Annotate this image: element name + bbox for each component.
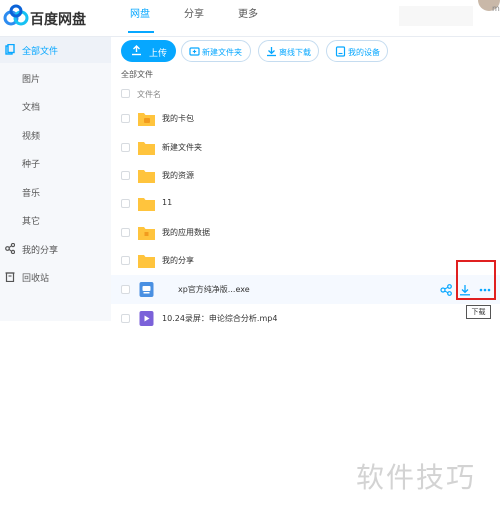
nav-netdisk[interactable]: 网盘	[130, 5, 150, 20]
user-name[interactable]: m	[492, 4, 500, 13]
sidebar-item-images[interactable]: 图片	[0, 65, 111, 91]
nav-active-indicator	[128, 31, 154, 33]
file-name[interactable]: xp官方纯净版...exe	[178, 284, 250, 295]
breadcrumb[interactable]: 全部文件	[121, 69, 153, 80]
sidebar-item-music[interactable]: 音乐	[0, 179, 111, 205]
watermark: 软件技巧	[356, 461, 477, 494]
card-folder-icon	[138, 113, 155, 126]
sidebar-item-label: 视频	[22, 132, 41, 142]
file-name[interactable]: 11	[162, 198, 172, 207]
top-bar: 百度网盘 网盘 分享 更多 m	[0, 0, 500, 37]
row-checkbox[interactable]	[121, 114, 130, 123]
sidebar-item-all-files[interactable]: 全部文件	[0, 37, 111, 63]
row-checkbox[interactable]	[121, 143, 130, 152]
row-checkbox[interactable]	[121, 285, 130, 294]
row-checkbox[interactable]	[121, 199, 130, 208]
sidebar-item-my-shares[interactable]: 我的分享	[0, 236, 111, 262]
sidebar-item-label: 回收站	[22, 274, 50, 284]
new-folder-label: 新建文件夹	[202, 48, 242, 57]
baidu-netdisk-logo-icon	[3, 4, 29, 26]
download-icon	[267, 47, 276, 57]
sidebar-item-label: 音乐	[22, 189, 41, 199]
upload-icon	[132, 45, 141, 56]
offline-download-label: 离线下载	[279, 48, 311, 57]
sidebar-item-label: 其它	[22, 217, 41, 227]
sidebar-item-label: 文档	[22, 103, 41, 113]
file-name[interactable]: 我的卡包	[162, 113, 194, 124]
sidebar: 全部文件 图片 文档 视频 种子 音乐 其它 我的分享 回收站	[0, 37, 111, 321]
row-checkbox[interactable]	[121, 314, 130, 323]
table-row[interactable]: 10.24录屏：申论综合分析.mp4	[111, 304, 500, 333]
table-row[interactable]: 新建文件夹	[111, 133, 500, 162]
table-header: 文件名	[111, 85, 500, 103]
sidebar-item-label: 种子	[22, 160, 41, 170]
file-name[interactable]: 我的资源	[162, 170, 194, 181]
file-list-panel: 上传 新建文件夹 离线下载 我的设备 全部文件 文件名 我的卡包 新建文件夹 我…	[111, 37, 500, 326]
nav-share[interactable]: 分享	[184, 5, 204, 20]
search-box[interactable]	[399, 6, 473, 26]
column-header-filename[interactable]: 文件名	[137, 89, 161, 100]
table-row[interactable]: 我的分享	[111, 246, 500, 275]
trash-icon	[5, 272, 15, 282]
new-folder-icon	[189, 47, 200, 56]
share-icon[interactable]	[440, 284, 452, 296]
row-checkbox[interactable]	[121, 228, 130, 237]
sidebar-item-label: 我的分享	[22, 246, 59, 256]
table-row[interactable]: 我的应用数据	[111, 218, 500, 247]
download-tooltip: 下载	[466, 305, 491, 319]
app-name: 百度网盘	[30, 12, 86, 28]
share-icon	[5, 243, 15, 254]
file-name[interactable]: 新建文件夹	[162, 142, 202, 153]
app-data-folder-icon	[138, 227, 155, 240]
upload-label: 上传	[149, 49, 168, 59]
upload-button[interactable]: 上传	[121, 40, 176, 62]
select-all-checkbox[interactable]	[121, 89, 130, 98]
logo[interactable]: 百度网盘	[0, 4, 96, 30]
row-checkbox[interactable]	[121, 171, 130, 180]
file-name[interactable]: 10.24录屏：申论综合分析.mp4	[162, 313, 277, 324]
sidebar-item-label: 图片	[22, 75, 41, 85]
my-devices-button[interactable]: 我的设备	[326, 40, 388, 62]
sidebar-item-videos[interactable]: 视频	[0, 122, 111, 148]
table-row[interactable]: 我的卡包	[111, 104, 500, 133]
highlight-box	[456, 260, 496, 300]
folder-icon	[138, 198, 155, 211]
all-files-icon	[5, 44, 15, 55]
folder-icon	[138, 170, 155, 183]
sidebar-item-torrents[interactable]: 种子	[0, 150, 111, 176]
my-devices-label: 我的设备	[348, 48, 380, 57]
folder-icon	[138, 255, 155, 268]
file-name[interactable]: 我的分享	[162, 255, 194, 266]
file-name[interactable]: 我的应用数据	[162, 227, 210, 238]
sidebar-item-recycle-bin[interactable]: 回收站	[0, 264, 111, 290]
table-row[interactable]: 我的资源	[111, 161, 500, 190]
nav-more[interactable]: 更多	[238, 5, 258, 20]
video-file-icon	[139, 311, 154, 326]
exe-file-icon	[139, 282, 154, 297]
device-icon	[335, 46, 346, 57]
table-row[interactable]: 11	[111, 189, 500, 218]
table-row[interactable]: xp官方纯净版...exe	[111, 275, 500, 304]
sidebar-item-others[interactable]: 其它	[0, 207, 111, 233]
new-folder-button[interactable]: 新建文件夹	[181, 40, 251, 62]
offline-download-button[interactable]: 离线下载	[258, 40, 319, 62]
folder-icon	[138, 142, 155, 155]
sidebar-item-documents[interactable]: 文档	[0, 93, 111, 119]
row-checkbox[interactable]	[121, 256, 130, 265]
sidebar-item-label: 全部文件	[22, 47, 59, 57]
